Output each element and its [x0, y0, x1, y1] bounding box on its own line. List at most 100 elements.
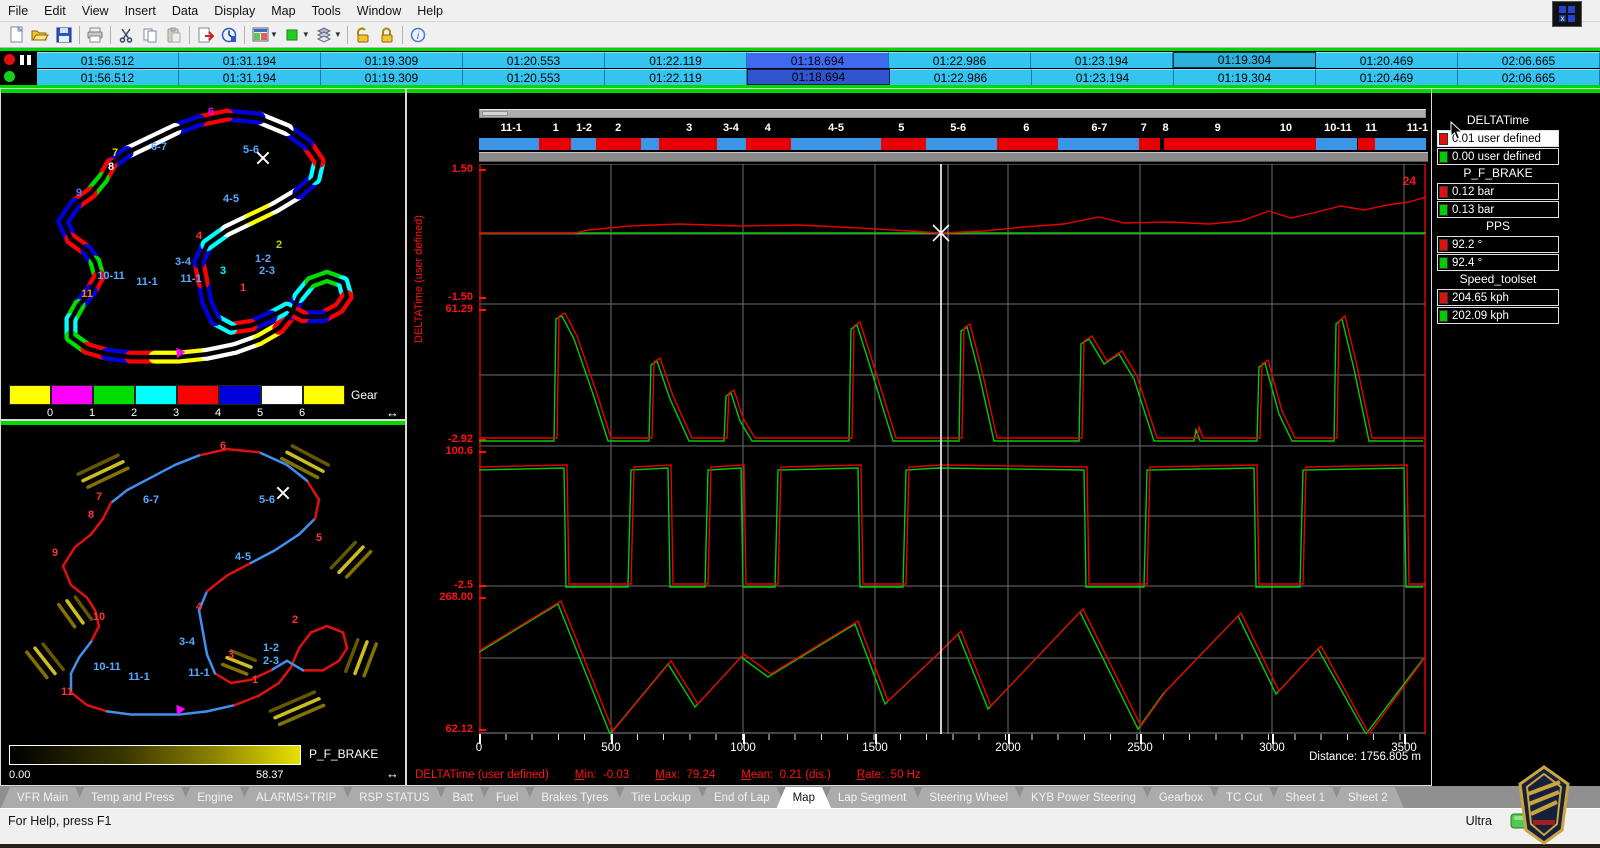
tab-steering-wheel[interactable]: Steering Wheel [913, 787, 1024, 808]
lap-time-cell[interactable]: 01:22.986 [890, 69, 1032, 85]
marker-dropdown-icon[interactable] [280, 24, 304, 46]
segment-label: 3 [686, 122, 692, 134]
lap-time-cell[interactable]: 01:20.553 [463, 69, 605, 85]
chart-plot-area[interactable]: 24 [479, 164, 1426, 734]
lap-time-cell[interactable]: 01:22.119 [605, 69, 747, 85]
lap-time-cell[interactable]: 01:56.512 [37, 52, 179, 68]
menu-insert[interactable]: Insert [117, 0, 164, 21]
lap-time-cell[interactable]: 01:20.469 [1316, 69, 1458, 85]
gear-legend-title: Gear [351, 388, 378, 402]
channel-value-item[interactable]: 92.4 ° [1437, 254, 1559, 271]
dropdown-arrow-icon[interactable]: ▼ [302, 30, 310, 39]
copy-icon[interactable] [138, 24, 162, 46]
channel-value-item[interactable]: 92.2 ° [1437, 236, 1559, 253]
gear-tick-label: 2 [131, 407, 137, 419]
tab-alarms-trip[interactable]: ALARMS+TRIP [240, 787, 352, 808]
menu-help[interactable]: Help [409, 0, 451, 21]
lap-time-cell[interactable]: 01:31.194 [179, 52, 321, 68]
menu-data[interactable]: Data [164, 0, 206, 21]
menu-edit[interactable]: Edit [36, 0, 74, 21]
horizontal-resize-icon[interactable]: ↔ [386, 766, 399, 781]
channel-group-title: PPS [1437, 219, 1559, 236]
lap-time-cell[interactable]: 01:22.986 [889, 52, 1031, 68]
channel-value-item[interactable]: 0.00 user defined [1437, 148, 1559, 165]
menu-view[interactable]: View [74, 0, 117, 21]
tab-tire-lockup[interactable]: Tire Lockup [615, 787, 707, 808]
chart-scrollbar[interactable] [479, 109, 1426, 118]
tab-fuel[interactable]: Fuel [480, 787, 534, 808]
lap-time-cell[interactable]: 02:06.665 [1458, 69, 1600, 85]
lap-time-cell[interactable]: 01:31.194 [179, 69, 321, 85]
window-panes-icon[interactable]: x [1552, 1, 1582, 27]
channel-value-text: 92.2 ° [1452, 239, 1482, 251]
gear-track-map[interactable]: 65-66-74-53-41-22-310-1111-111-178911123… [3, 95, 403, 383]
unlock-icon[interactable] [351, 24, 375, 46]
menu-file[interactable]: File [0, 0, 36, 21]
tab-vfr-main[interactable]: VFR Main [1, 787, 84, 808]
menu-map[interactable]: Map [263, 0, 303, 21]
lap-time-cell[interactable]: 02:06.665 [1458, 52, 1600, 68]
open-folder-icon[interactable] [28, 24, 52, 46]
lap-time-cell[interactable]: 01:18.694 [747, 69, 890, 85]
tab-rsp-status[interactable]: RSP STATUS [343, 787, 445, 808]
lap-time-cell[interactable]: 01:19.304 [1174, 69, 1316, 85]
channel-value-item[interactable]: 204.65 kph [1437, 289, 1559, 306]
save-icon[interactable] [52, 24, 76, 46]
lap-times-table: 01:56.51201:31.19401:19.30901:20.55301:2… [0, 48, 1600, 88]
gear-tick-label: 1 [89, 407, 95, 419]
menu-window[interactable]: Window [349, 0, 409, 21]
lap-time-cell[interactable]: 01:19.304 [1173, 52, 1316, 68]
about-icon[interactable]: i [406, 24, 430, 46]
tab-sheet-2[interactable]: Sheet 2 [1332, 787, 1404, 808]
brake-track-map[interactable]: 65243111109875-66-74-53-41-22-310-1111-1… [3, 427, 403, 743]
stat-rate: Rate: 50 Hz [857, 769, 921, 781]
lap-time-cell[interactable]: 01:19.309 [321, 52, 463, 68]
tab-gearbox[interactable]: Gearbox [1143, 787, 1219, 808]
overlay-dropdown-icon[interactable] [312, 24, 336, 46]
lap-time-cell[interactable]: 01:20.553 [463, 52, 605, 68]
lap-time-cell[interactable]: 01:19.309 [321, 69, 463, 85]
channel-value-item[interactable]: 0.12 bar [1437, 183, 1559, 200]
tab-sheet-1[interactable]: Sheet 1 [1269, 787, 1341, 808]
tab-end-of-lap[interactable]: End of Lap [698, 787, 786, 808]
paste-icon[interactable] [162, 24, 186, 46]
tab-map[interactable]: Map [777, 787, 831, 808]
x-axis-tick-label: 0 [476, 742, 482, 754]
menu-tools[interactable]: Tools [304, 0, 349, 21]
layout-dropdown-icon[interactable] [248, 24, 272, 46]
segment-label: 7 [1141, 122, 1147, 134]
y-axis-tick-label: -1.50 [407, 291, 473, 303]
channel-value-text: 0.12 bar [1452, 186, 1494, 198]
lap-time-cell[interactable]: 01:22.119 [605, 52, 747, 68]
lap-time-cell[interactable]: 01:23.194 [1031, 52, 1173, 68]
channel-value-text: 92.4 ° [1452, 257, 1482, 269]
gauge-icon[interactable] [217, 24, 241, 46]
lap-time-cell[interactable]: 01:23.194 [1032, 69, 1174, 85]
dropdown-arrow-icon[interactable]: ▼ [334, 30, 342, 39]
tab-kyb-power-steering[interactable]: KYB Power Steering [1015, 787, 1152, 808]
horizontal-resize-icon[interactable]: ↔ [386, 405, 399, 420]
red-lap-swatch-icon [1439, 292, 1448, 304]
print-icon[interactable] [83, 24, 107, 46]
cut-icon[interactable] [114, 24, 138, 46]
lap-time-cell[interactable]: 01:20.469 [1316, 52, 1458, 68]
track-label: 10-11 [93, 661, 121, 673]
tab-lap-segment[interactable]: Lap Segment [822, 787, 922, 808]
lap-time-cell[interactable]: 01:18.694 [747, 52, 889, 68]
channel-value-item[interactable]: 202.09 kph [1437, 307, 1559, 324]
red-lap-swatch-icon [1439, 186, 1448, 198]
channel-value-item[interactable]: 0.13 bar [1437, 201, 1559, 218]
tab-temp-and-press[interactable]: Temp and Press [75, 787, 190, 808]
new-document-icon[interactable] [4, 24, 28, 46]
lap-time-cell[interactable]: 01:56.512 [37, 69, 179, 85]
lock-icon[interactable] [375, 24, 399, 46]
tab-brakes-tyres[interactable]: Brakes Tyres [525, 787, 624, 808]
report-icon[interactable] [193, 24, 217, 46]
tab-engine[interactable]: Engine [181, 787, 249, 808]
green-lap-swatch-icon [1439, 257, 1448, 269]
menu-display[interactable]: Display [206, 0, 263, 21]
tab-batt[interactable]: Batt [437, 787, 489, 808]
scrollbar-thumb[interactable] [482, 111, 508, 116]
tab-tc-cut[interactable]: TC Cut [1210, 787, 1278, 808]
dropdown-arrow-icon[interactable]: ▼ [270, 30, 278, 39]
